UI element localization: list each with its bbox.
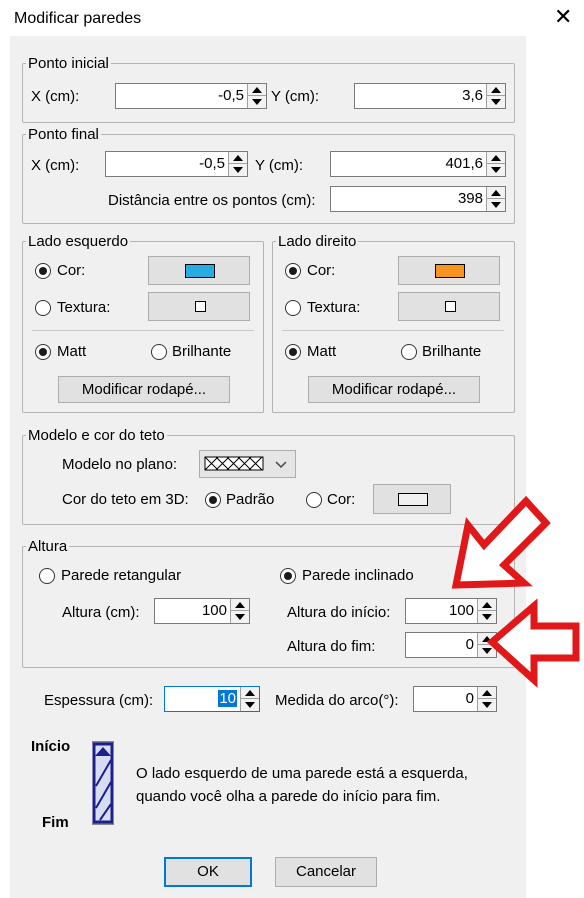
wall-direction-icon [92, 741, 114, 825]
annotation-arrow-icon [451, 495, 551, 589]
left-texture-radio[interactable] [35, 300, 51, 316]
right-side-legend: Lado direito [278, 233, 357, 250]
texture-square-icon [195, 301, 206, 312]
end-x-value: -0,5 [199, 155, 225, 172]
right-color-swatch [435, 264, 465, 278]
right-glossy-radio[interactable] [401, 344, 417, 360]
left-matt-label: Matt [57, 343, 87, 360]
rectangular-wall-label: Parede retangular [61, 567, 182, 584]
right-texture-button[interactable] [398, 292, 500, 321]
arc-spinner[interactable]: 0 [413, 686, 497, 712]
right-color-label: Cor: [307, 262, 336, 279]
right-baseboard-button[interactable]: Modificar rodapé... [308, 376, 480, 403]
ceiling-color-radio[interactable] [306, 492, 322, 508]
height-label: Altura (cm): [62, 604, 140, 621]
left-side-legend: Lado esquerdo [28, 233, 129, 250]
diagram-note-line-2: quando você olha a parede do início para… [136, 788, 441, 805]
left-texture-button[interactable] [148, 292, 250, 321]
rectangular-wall-radio[interactable] [39, 568, 55, 584]
left-color-label: Cor: [57, 262, 86, 279]
right-color-radio[interactable] [285, 263, 301, 279]
spinner-arrows-icon[interactable] [477, 687, 496, 711]
spinner-arrows-icon[interactable] [230, 599, 249, 623]
start-y-spinner[interactable]: 3,6 [354, 83, 506, 109]
arc-label: Medida do arco(°): [275, 692, 399, 709]
spinner-arrows-icon[interactable] [247, 84, 266, 108]
arc-value: 0 [465, 690, 474, 707]
close-icon[interactable]: ✕ [554, 6, 572, 28]
ceiling-3d-color-label: Cor do teto em 3D: [62, 491, 189, 508]
right-glossy-label: Brilhante [422, 343, 482, 360]
thickness-value[interactable]: 10 [218, 690, 237, 707]
sloped-wall-label: Parede inclinado [302, 567, 414, 584]
plan-model-label: Modelo no plano: [62, 456, 178, 473]
end-y-label: Y (cm): [255, 157, 304, 174]
ceiling-color-label: Cor: [327, 491, 356, 508]
left-glossy-radio[interactable] [151, 344, 167, 360]
start-x-spinner[interactable]: -0,5 [115, 83, 267, 109]
sloped-wall-radio[interactable] [280, 568, 296, 584]
end-height-label: Altura do fim: [287, 638, 376, 655]
left-baseboard-button[interactable]: Modificar rodapé... [58, 376, 230, 403]
right-texture-radio[interactable] [285, 300, 301, 316]
left-glossy-label: Brilhante [172, 343, 232, 360]
diagram-start-label: Início [31, 738, 71, 755]
ceiling-default-label: Padrão [226, 491, 275, 508]
distance-spinner[interactable]: 398 [330, 186, 506, 212]
spinner-arrows-icon[interactable] [486, 84, 505, 108]
right-color-button[interactable] [398, 256, 500, 285]
right-separator [282, 330, 504, 331]
thickness-spinner[interactable]: 10 [164, 686, 260, 712]
diagram-end-label: Fim [42, 814, 69, 831]
end-x-spinner[interactable]: -0,5 [105, 151, 248, 177]
start-y-label: Y (cm): [271, 88, 320, 105]
spinner-arrows-icon[interactable] [240, 687, 259, 711]
right-matt-label: Matt [307, 343, 337, 360]
ceiling-default-radio[interactable] [205, 492, 221, 508]
height-legend: Altura [28, 538, 68, 555]
height-value: 100 [201, 602, 227, 619]
plan-model-combobox[interactable] [199, 450, 296, 478]
ceiling-color-swatch [398, 493, 428, 506]
cancel-button[interactable]: Cancelar [275, 857, 377, 887]
ok-button[interactable]: OK [164, 857, 252, 887]
left-color-radio[interactable] [35, 263, 51, 279]
left-separator [32, 330, 254, 331]
end-height-value: 0 [465, 636, 474, 653]
spinner-arrows-icon[interactable] [486, 187, 505, 211]
spinner-arrows-icon[interactable] [486, 152, 505, 176]
start-x-value: -0,5 [218, 87, 244, 104]
distance-label: Distância entre os pontos (cm): [108, 192, 316, 209]
distance-value: 398 [457, 190, 483, 207]
right-matt-radio[interactable] [285, 344, 301, 360]
diagram-note-line-1: O lado esquerdo de uma parede está a esq… [136, 765, 468, 782]
start-point-legend: Ponto inicial [28, 55, 109, 72]
end-x-label: X (cm): [31, 157, 80, 174]
start-x-label: X (cm): [31, 88, 80, 105]
height-spinner[interactable]: 100 [154, 598, 250, 624]
annotation-arrow-icon [486, 598, 580, 688]
end-height-spinner[interactable]: 0 [405, 632, 497, 658]
end-point-legend: Ponto final [28, 126, 99, 143]
end-y-value: 401,6 [445, 155, 483, 172]
spinner-arrows-icon[interactable] [228, 152, 247, 176]
thickness-label: Espessura (cm): [44, 692, 154, 709]
start-height-label: Altura do início: [287, 604, 391, 621]
dialog-window: { "window": { "title": "Modificar parede… [0, 0, 584, 898]
end-y-spinner[interactable]: 401,6 [330, 151, 506, 177]
left-matt-radio[interactable] [35, 344, 51, 360]
crosshatch-pattern-icon [204, 456, 264, 471]
right-texture-label: Textura: [307, 299, 361, 316]
start-y-value: 3,6 [462, 87, 483, 104]
left-color-button[interactable] [148, 256, 250, 285]
left-color-swatch [185, 264, 215, 278]
diagram-note: O lado esquerdo de uma parede está a esq… [136, 762, 468, 808]
chevron-down-icon [275, 461, 287, 469]
left-texture-label: Textura: [57, 299, 111, 316]
dialog-title: Modificar paredes [14, 10, 142, 27]
texture-square-icon [445, 301, 456, 312]
ceiling-legend: Modelo e cor do teto [28, 427, 165, 444]
